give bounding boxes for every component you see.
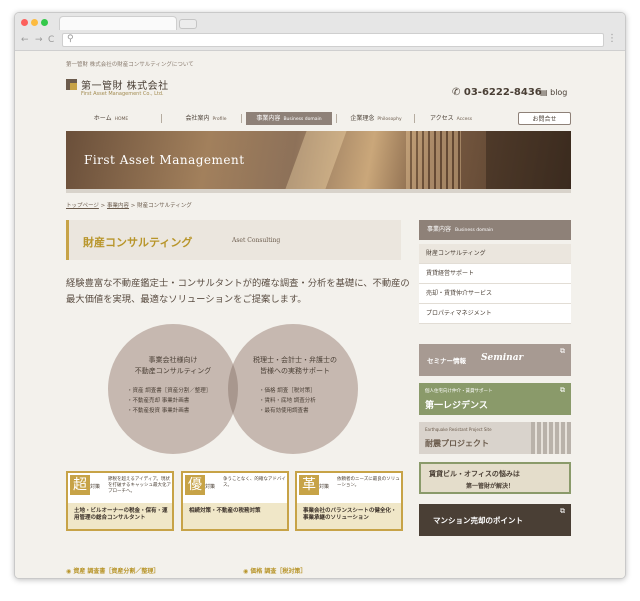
- blog-link[interactable]: ▤ blog: [540, 88, 567, 97]
- sidebar-item-brokerage[interactable]: 売却・賃貸仲介サービス: [419, 284, 571, 304]
- page-title: 財産コンサルティング: [83, 236, 193, 249]
- feature-card-2[interactable]: 優 対策 争うことなく、的確なアドバイス。 相続対策・不動産の税務対策: [181, 471, 289, 531]
- breadcrumb-parent[interactable]: 事業内容: [107, 203, 129, 209]
- close-dot-icon[interactable]: [21, 19, 28, 26]
- circle-professional-list: ・価格 調査［税対策］ ・賃料・底地 調査分析 ・最有効使用調査書: [259, 386, 316, 416]
- sidebar-heading: 事業内容 Business domain: [419, 220, 571, 240]
- reload-icon[interactable]: C: [48, 35, 54, 45]
- minimize-dot-icon[interactable]: [31, 19, 38, 26]
- page-tagline: 第一管財 株式会社の財産コンサルティングについて: [66, 62, 194, 68]
- external-link-icon: ⧉: [560, 507, 565, 515]
- phone-text: 03-6222-8436: [463, 87, 542, 98]
- feature-card-1[interactable]: 超 対策 節税を超えるアイディア。現状を打破するキャッシュ最大化アプローチへ。 …: [66, 471, 174, 531]
- breadcrumb: トップページ > 事業内容 > 財産コンサルティング: [66, 203, 192, 209]
- bottom-link-1[interactable]: ◉ 資産 調査書［資産分割／整理］: [66, 566, 159, 575]
- nav-home[interactable]: ホーム HOME: [66, 112, 156, 125]
- hero-title: First Asset Management: [84, 153, 245, 167]
- page-title-box: 財産コンサルティング Aset Consulting: [66, 220, 401, 260]
- web-page: 第一管財 株式会社の財産コンサルティングについて 第一管財 株式会社 First…: [15, 52, 625, 578]
- list-item: ・不動産投資 事業計画書: [127, 408, 190, 414]
- forward-icon[interactable]: →: [35, 35, 43, 45]
- company-name-en: First Asset Management Co., Ltd.: [81, 91, 164, 97]
- sidebar-item-consulting[interactable]: 財産コンサルティング: [419, 244, 571, 264]
- list-item: ・資産 調査書［資産分割／整理］: [127, 388, 212, 394]
- global-nav: ホーム HOME 会社案内 Profile 事業内容 Business domain …: [66, 112, 571, 125]
- mansion-banner[interactable]: マンション売却のポイント ⧉: [419, 504, 571, 536]
- bottom-link-2[interactable]: ◉ 価格 調査［税対策］: [243, 566, 306, 575]
- external-link-icon: ⧉: [560, 386, 565, 394]
- list-item: ・価格 調査［税対策］: [259, 388, 316, 394]
- sidebar-item-rental[interactable]: 賃貸経営サポート: [419, 264, 571, 284]
- list-item: ・不動産売却 事業計画書: [127, 398, 190, 404]
- circle-professional-title: 税理士・会計士・弁護士の 皆様への実務サポート: [253, 356, 337, 375]
- external-link-icon: ⧉: [560, 347, 565, 355]
- nav-access[interactable]: アクセス Access: [416, 112, 486, 125]
- feature-card-3[interactable]: 革 対策 依頼者のニーズに最良のソリューション。 事業会社のバランスシートの健全…: [295, 471, 403, 531]
- breadcrumb-current: 財産コンサルティング: [137, 203, 192, 209]
- nav-profile[interactable]: 会社案内 Profile: [166, 112, 246, 125]
- nav-business[interactable]: 事業内容 Business domain: [246, 112, 332, 125]
- menu-icon[interactable]: ⋮: [607, 33, 617, 44]
- breadcrumb-home[interactable]: トップページ: [66, 203, 99, 209]
- feature-char: 革: [299, 475, 319, 495]
- search-icon: ⚲: [67, 34, 74, 44]
- back-icon[interactable]: ←: [21, 35, 29, 45]
- circle-business-title: 事業会社様向け 不動産コンサルティング: [134, 356, 212, 375]
- browser-chrome: ← → C ⚲ ⋮: [15, 13, 625, 51]
- feature-char: 優: [185, 475, 205, 495]
- phone-icon: ✆: [452, 87, 464, 98]
- sidebar-item-property[interactable]: プロパティマネジメント: [419, 304, 571, 324]
- feature-char: 超: [70, 475, 90, 495]
- page-title-en: Aset Consulting: [232, 237, 281, 244]
- company-name[interactable]: 第一管財 株式会社: [81, 77, 169, 92]
- residence-banner[interactable]: 個人住宅向け仲介・賃貸サポート 第一レジデンス ⧉: [419, 383, 571, 415]
- blog-label: blog: [550, 88, 568, 97]
- blog-icon: ▤: [540, 88, 551, 97]
- list-item: ・最有効使用調査書: [259, 408, 309, 414]
- list-item: ・賃料・底地 調査分析: [259, 398, 316, 404]
- seminar-banner[interactable]: セミナー情報 Seminar ⧉: [419, 344, 571, 376]
- intro-text: 経験豊富な不動産鑑定士・コンサルタントが的確な調査・分析を基礎に、不動産の最大価…: [66, 278, 410, 305]
- building-banner[interactable]: 賃貸ビル・オフィスの悩みは 第一管財が解決！: [419, 462, 571, 494]
- maximize-dot-icon[interactable]: [41, 19, 48, 26]
- earthquake-banner[interactable]: Earthquake Resistant Project Site 耐震プロジェ…: [419, 422, 571, 454]
- hero-banner: First Asset Management: [66, 131, 571, 189]
- nav-philosophy[interactable]: 企業理念 Philosophy: [338, 112, 414, 125]
- circle-business-list: ・資産 調査書［資産分割／整理］ ・不動産売却 事業計画書 ・不動産投資 事業計…: [127, 386, 211, 416]
- address-bar[interactable]: ⚲: [62, 33, 604, 47]
- browser-window: ← → C ⚲ ⋮ 第一管財 株式会社の財産コンサルティングについて 第一管財 …: [14, 12, 626, 579]
- company-logo-icon[interactable]: [66, 79, 77, 90]
- browser-tab[interactable]: [59, 16, 177, 30]
- phone-number[interactable]: ✆ 03-6222-8436: [452, 87, 542, 98]
- new-tab-button[interactable]: [179, 19, 197, 29]
- contact-button[interactable]: お問合せ: [518, 112, 571, 125]
